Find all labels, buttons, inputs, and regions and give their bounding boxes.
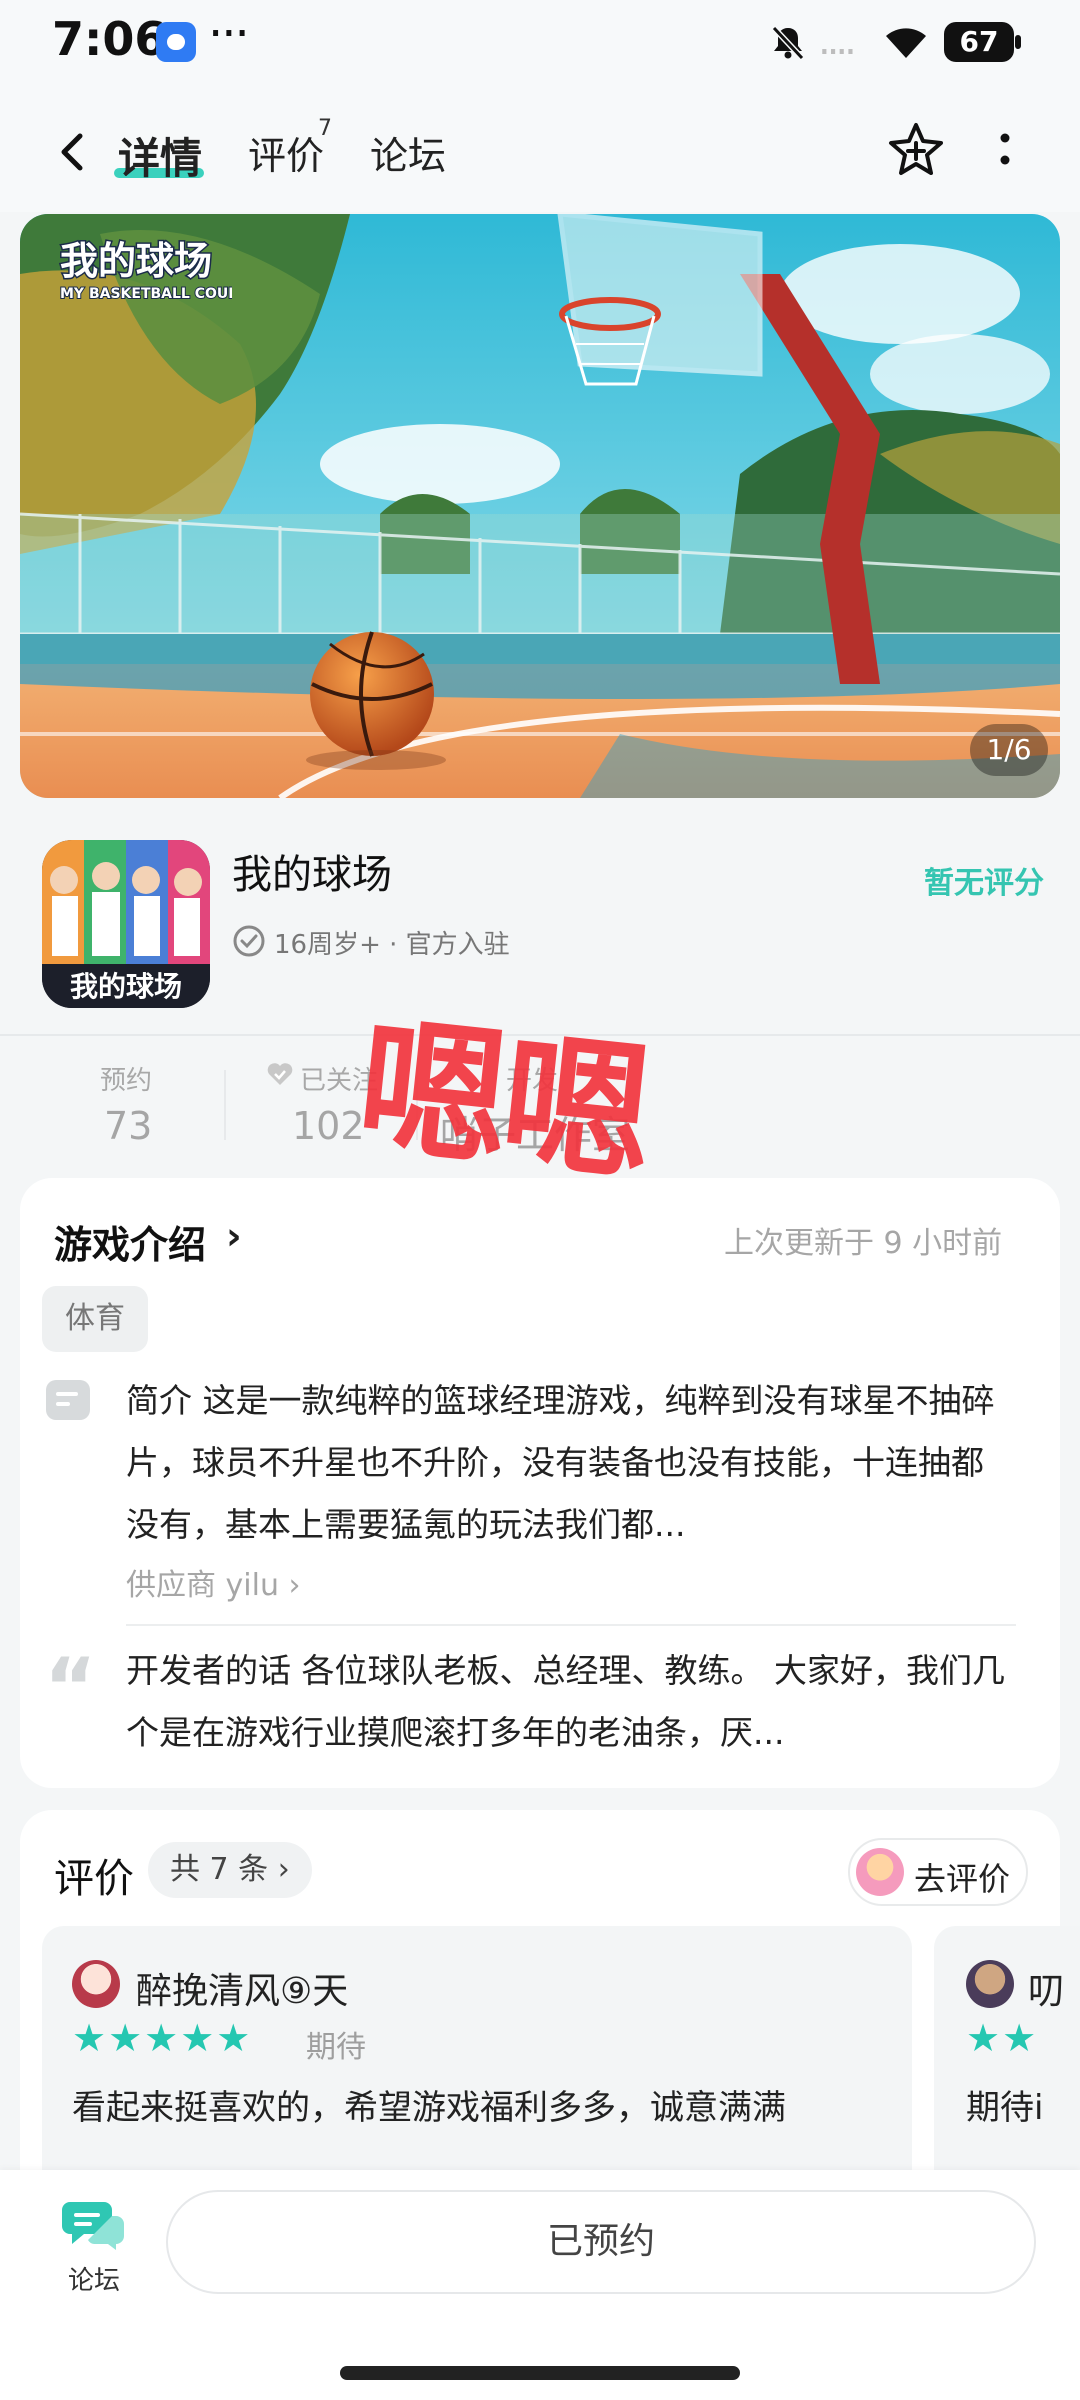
- stamp-overlay: 嗯嗯: [350, 1000, 655, 1204]
- intro-title[interactable]: 游戏介绍: [54, 1214, 206, 1269]
- rating-stars: ★★★★★: [72, 2016, 253, 2060]
- reserved-button[interactable]: 已预约: [166, 2190, 1036, 2294]
- home-indicator[interactable]: [340, 2366, 740, 2380]
- intro-summary[interactable]: 简介 这是一款纯粹的篮球经理游戏，纯粹到没有球星不抽碎片，球员不升星也不升阶，没…: [126, 1370, 1006, 1556]
- document-icon: [46, 1380, 90, 1420]
- rating-status: 暂无评分: [924, 866, 1044, 901]
- app-meta: 16周岁+ · 官方入驻: [274, 930, 510, 960]
- heart-icon: [267, 1063, 293, 1085]
- tab-forum[interactable]: 论坛: [370, 125, 446, 180]
- chevron-right-icon[interactable]: ›: [226, 1214, 242, 1258]
- reviews-count-button[interactable]: 共 7 条 ›: [148, 1842, 312, 1898]
- tab-rating[interactable]: 评价: [248, 125, 324, 180]
- stat-value-reserve: 73: [104, 1104, 153, 1148]
- game-logo: 我的球场 MY BASKETBALL COURT: [59, 238, 233, 304]
- verified-icon: [233, 925, 265, 957]
- reviews-title: 评价: [54, 1856, 134, 1902]
- write-review-label[interactable]: 去评价: [914, 1854, 1010, 1900]
- svg-text:我的球场: 我的球场: [60, 239, 212, 283]
- back-icon[interactable]: [52, 130, 96, 174]
- notification-more-icon: ···: [208, 6, 250, 62]
- review-tag: 期待: [306, 2030, 366, 2065]
- reviewer-name: 醉挽清风⑨天: [136, 1971, 349, 2012]
- quote-icon: “: [44, 1641, 97, 1734]
- user-avatar: [856, 1848, 904, 1896]
- favorite-star-icon[interactable]: [886, 120, 946, 180]
- last-updated: 上次更新于 9 小时前: [724, 1226, 1003, 1261]
- developer-note[interactable]: 开发者的话 各位球队老板、总经理、教练。 大家好，我们几个是在游戏行业摸爬滚打多…: [126, 1640, 1006, 1764]
- tab-rating-badge: 7: [318, 116, 332, 141]
- supplier-link[interactable]: 供应商 yilu ›: [126, 1560, 301, 1604]
- reviewer-name: 叨: [1028, 1971, 1065, 2012]
- banner-counter: 1/6: [970, 724, 1048, 776]
- svg-text:我的球场: 我的球场: [70, 970, 182, 1003]
- app-name: 我的球场: [232, 852, 392, 898]
- review-text: 看起来挺喜欢的，希望游戏福利多多，诚意满满: [72, 2088, 786, 2128]
- app-icon: 我的球场: [42, 840, 210, 1008]
- rating-stars: ★★: [966, 2016, 1039, 2060]
- signal-icon: ....: [818, 18, 857, 64]
- baidu-app-icon: [156, 22, 196, 62]
- category-tag[interactable]: 体育: [42, 1286, 148, 1352]
- tab-detail[interactable]: 详情: [118, 125, 202, 186]
- mute-bell-icon: [771, 25, 805, 61]
- forum-icon[interactable]: [62, 2196, 124, 2252]
- review-text: 期待i: [966, 2088, 1044, 2128]
- forum-label[interactable]: 论坛: [68, 2260, 120, 2297]
- more-icon[interactable]: [990, 128, 1020, 172]
- svg-text:MY BASKETBALL COURT: MY BASKETBALL COURT: [60, 286, 232, 302]
- stat-label-reserve: 预约: [100, 1066, 153, 1096]
- status-time: 7:06: [52, 12, 167, 66]
- avatar: [72, 1960, 120, 2008]
- avatar: [966, 1960, 1014, 2008]
- wifi-icon: [886, 28, 926, 58]
- battery-indicator: 67: [944, 22, 1021, 62]
- divider: [126, 1624, 1016, 1626]
- stat-divider: [224, 1070, 226, 1140]
